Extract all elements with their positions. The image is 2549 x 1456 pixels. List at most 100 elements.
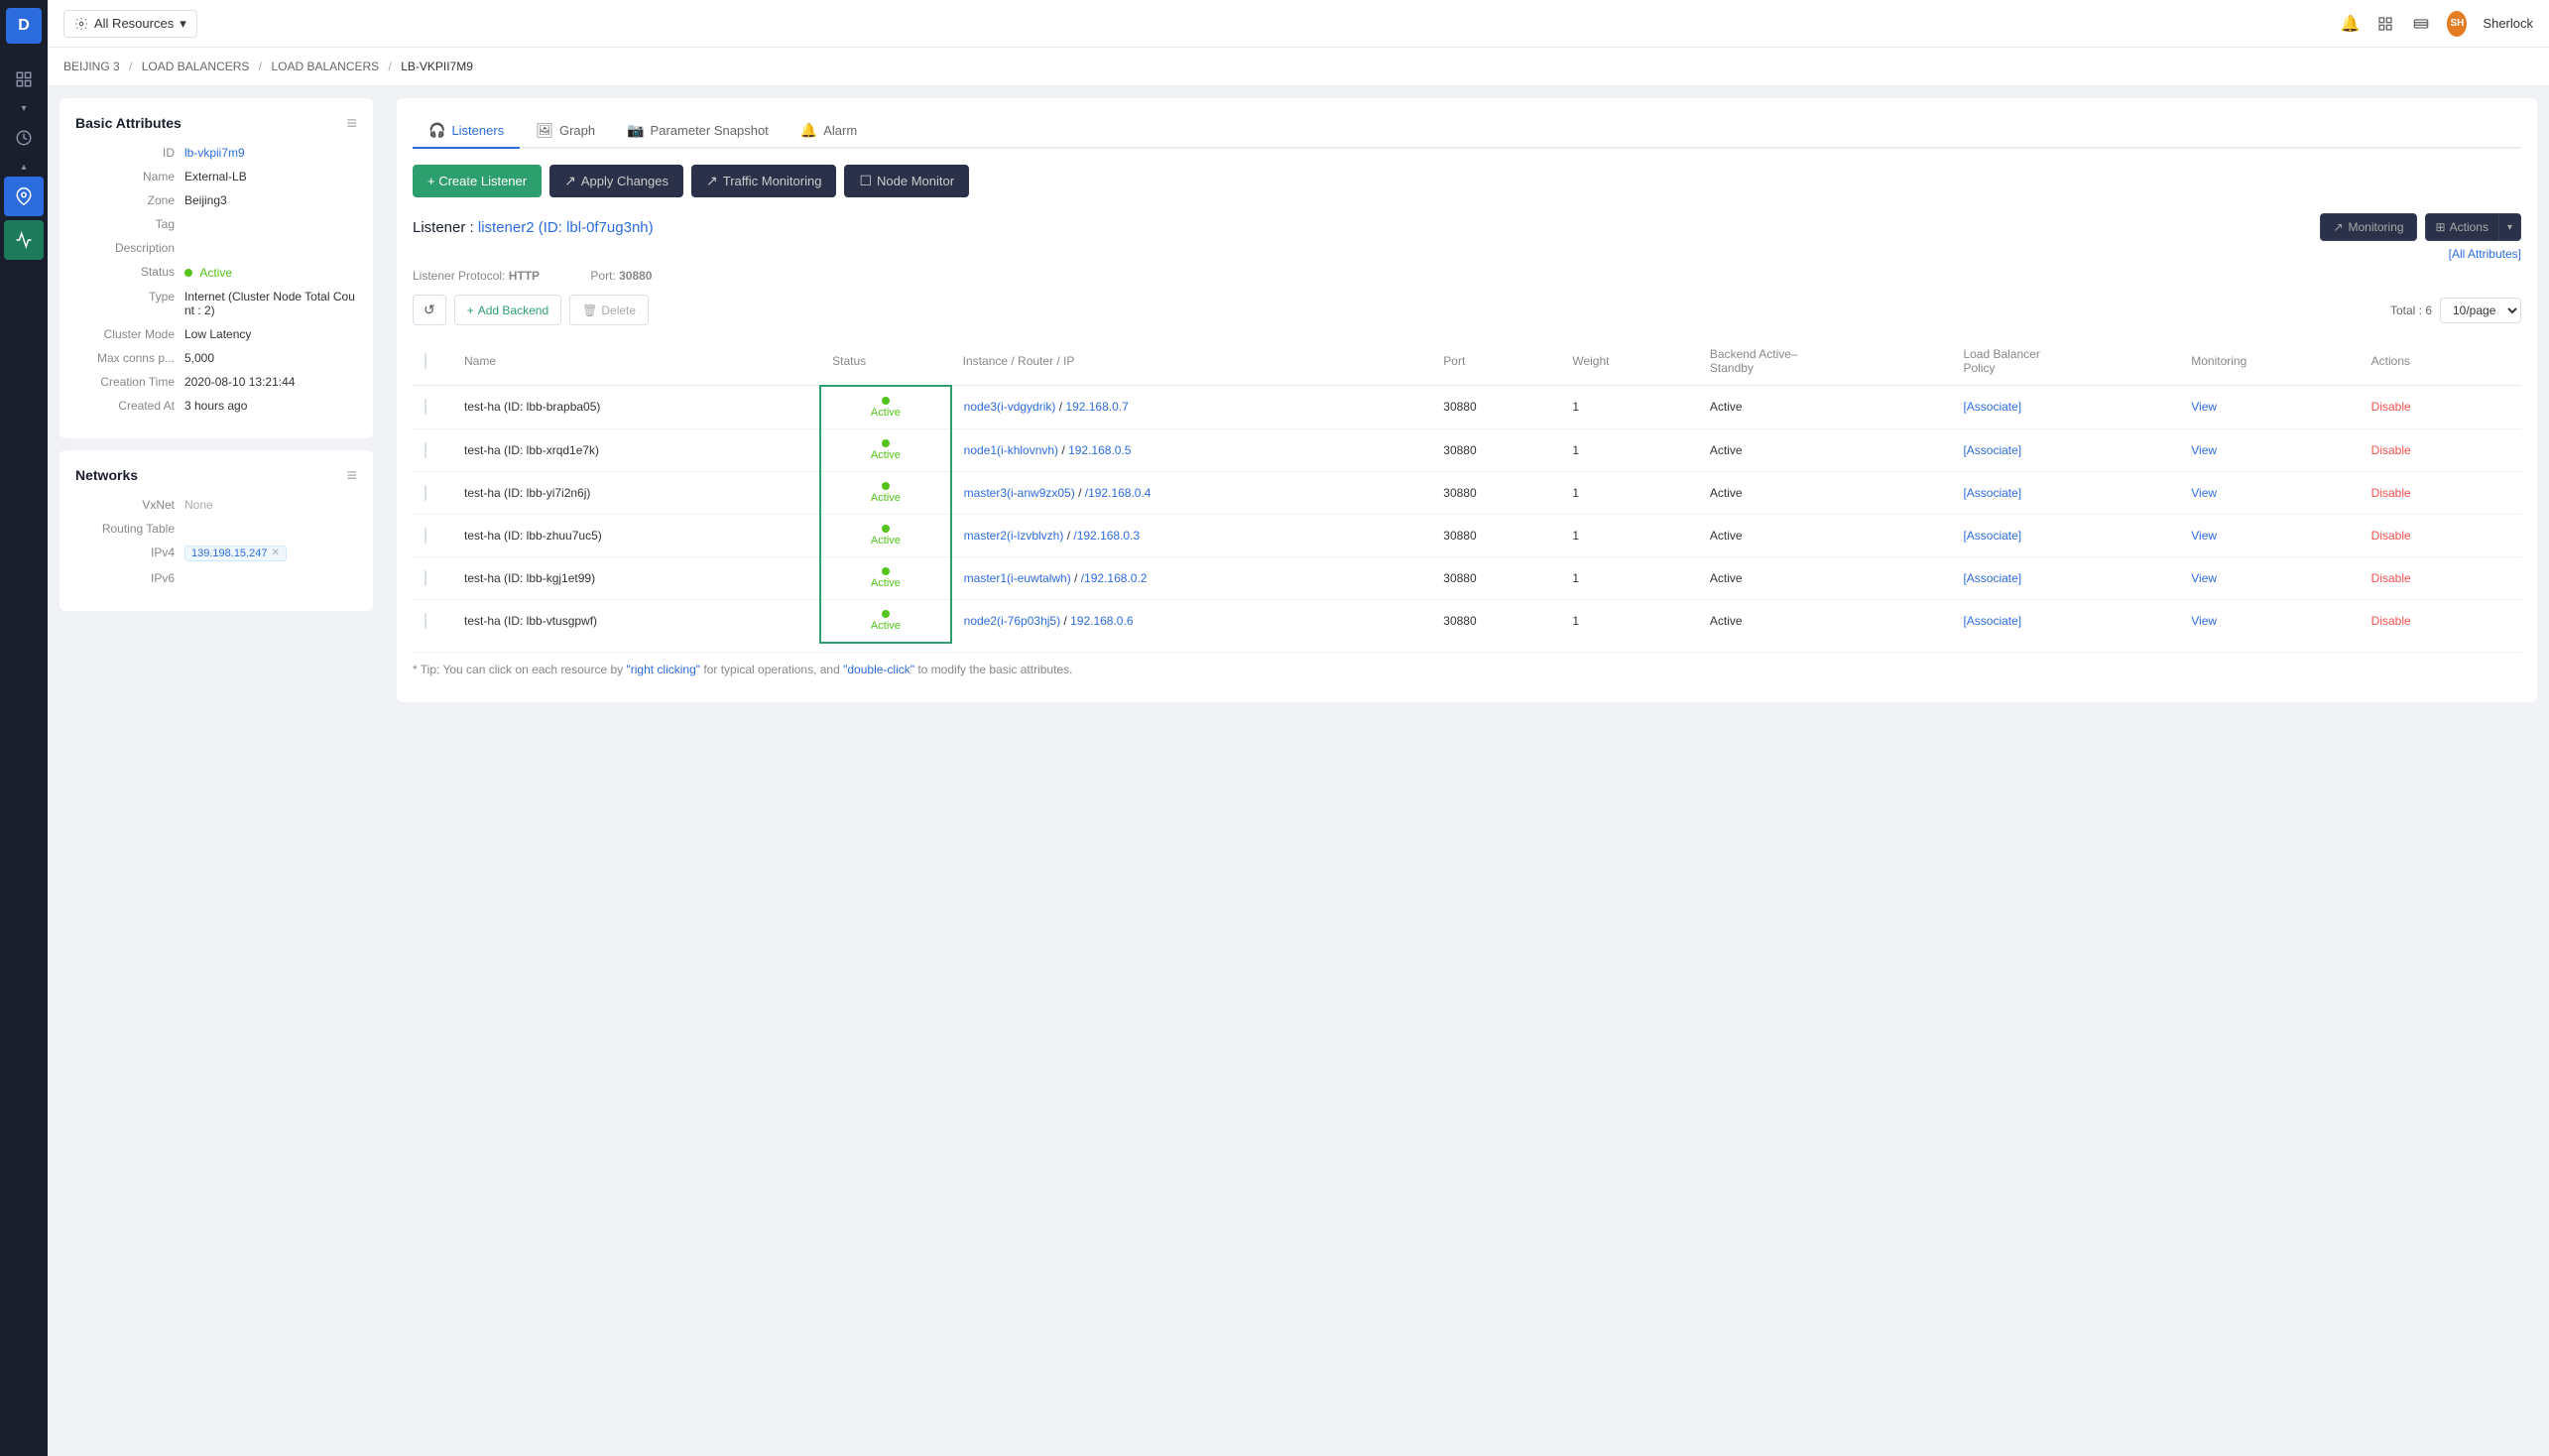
add-backend-button[interactable]: + Add Backend xyxy=(454,295,561,325)
per-page-select[interactable]: 10/page 20/page 50/page xyxy=(2440,298,2521,323)
associate-link[interactable]: [Associate] xyxy=(1963,614,2021,628)
networks-menu[interactable]: ≡ xyxy=(346,466,357,484)
user-name: Sherlock xyxy=(2483,16,2533,31)
row-checkbox[interactable] xyxy=(425,399,426,415)
bell-icon[interactable]: 🔔 xyxy=(2340,14,2360,34)
view-link[interactable]: View xyxy=(2191,443,2217,457)
disable-link[interactable]: Disable xyxy=(2371,614,2411,628)
basic-attributes-menu[interactable]: ≡ xyxy=(346,114,357,132)
apply-changes-button[interactable]: ↗ Apply Changes xyxy=(549,165,683,197)
attr-tag-label: Tag xyxy=(75,217,184,231)
delete-button[interactable]: 🗑 Delete xyxy=(569,295,649,325)
ip-link[interactable]: /192.168.0.4 xyxy=(1085,486,1152,500)
tip-mid-text: for typical operations, and xyxy=(703,663,843,676)
associate-link[interactable]: [Associate] xyxy=(1963,400,2021,414)
row-checkbox[interactable] xyxy=(425,442,426,458)
view-link[interactable]: View xyxy=(2191,400,2217,414)
traffic-monitoring-button[interactable]: ↗ Traffic Monitoring xyxy=(691,165,836,197)
instance-sep: / xyxy=(1074,571,1081,585)
associate-link[interactable]: [Associate] xyxy=(1963,571,2021,585)
monitoring-button[interactable]: ↗ Monitoring xyxy=(2320,213,2416,241)
attr-tag-value xyxy=(184,217,357,231)
sidebar-item-3[interactable] xyxy=(4,220,44,260)
tab-alarm[interactable]: 🔔 Alarm xyxy=(785,114,873,149)
sidebar-item-active[interactable] xyxy=(4,177,44,216)
grid-icon[interactable] xyxy=(2375,14,2395,34)
sidebar-collapse-1[interactable]: ▾ xyxy=(21,103,26,114)
ip-link[interactable]: /192.168.0.3 xyxy=(1073,529,1140,543)
associate-link[interactable]: [Associate] xyxy=(1963,443,2021,457)
attr-description-value xyxy=(184,241,357,255)
breadcrumb-item-2[interactable]: LOAD BALANCERS xyxy=(271,60,379,73)
actions-button[interactable]: ⊞ Actions xyxy=(2425,213,2499,241)
sidebar-collapse-2[interactable]: ▴ xyxy=(21,162,26,173)
ipv4-remove[interactable]: ✕ xyxy=(271,547,279,558)
node-monitor-button[interactable]: ☐ Node Monitor xyxy=(844,165,969,197)
view-link[interactable]: View xyxy=(2191,486,2217,500)
listener-actions: ↗ Monitoring ⊞ Actions ▾ xyxy=(2320,213,2521,241)
user-icon[interactable]: SH xyxy=(2447,14,2467,34)
associate-link[interactable]: [Associate] xyxy=(1963,529,2021,543)
associate-link[interactable]: [Associate] xyxy=(1963,486,2021,500)
view-link[interactable]: View xyxy=(2191,571,2217,585)
instance-link[interactable]: master3(i-anw9zx05) xyxy=(964,486,1075,500)
tab-parameter-snapshot[interactable]: 📷 Parameter Snapshot xyxy=(611,114,785,149)
row-weight: 1 xyxy=(1560,428,1698,471)
tab-graph[interactable]: 🖼 Graph xyxy=(520,114,611,149)
ip-link[interactable]: 192.168.0.5 xyxy=(1068,443,1131,457)
disable-link[interactable]: Disable xyxy=(2371,400,2411,414)
instance-link[interactable]: node3(i-vdgydrik) xyxy=(964,400,1056,414)
th-monitoring: Monitoring xyxy=(2179,337,2359,386)
all-attributes-link[interactable]: [All Attributes] xyxy=(2449,247,2521,261)
sidebar-item-1[interactable] xyxy=(4,60,44,99)
row-checkbox-cell xyxy=(413,556,452,599)
ip-link[interactable]: 192.168.0.7 xyxy=(1065,400,1128,414)
select-all-checkbox[interactable] xyxy=(425,353,426,369)
attr-routing-table-label: Routing Table xyxy=(75,522,184,536)
disable-link[interactable]: Disable xyxy=(2371,571,2411,585)
resource-selector-label: All Resources xyxy=(94,16,174,31)
topbar-right: 🔔 SH Sherlock xyxy=(2340,14,2533,34)
tab-listeners[interactable]: 🎧 Listeners xyxy=(413,114,520,149)
create-listener-label: + Create Listener xyxy=(427,174,527,188)
view-link[interactable]: View xyxy=(2191,529,2217,543)
row-checkbox[interactable] xyxy=(425,613,426,629)
ticket-icon[interactable] xyxy=(2411,14,2431,34)
disable-link[interactable]: Disable xyxy=(2371,529,2411,543)
disable-link[interactable]: Disable xyxy=(2371,486,2411,500)
row-checkbox[interactable] xyxy=(425,570,426,586)
ipv4-address[interactable]: 139.198.15.247 xyxy=(191,547,267,559)
refresh-button[interactable]: ↺ xyxy=(413,295,446,325)
ip-link[interactable]: 192.168.0.6 xyxy=(1070,614,1133,628)
create-listener-button[interactable]: + Create Listener xyxy=(413,165,542,197)
row-checkbox[interactable] xyxy=(425,485,426,501)
attr-ipv4-value: 139.198.15.247 ✕ xyxy=(184,546,357,561)
actions-dropdown-arrow[interactable]: ▾ xyxy=(2499,213,2521,241)
attr-id-value[interactable]: lb-vkpii7m9 xyxy=(184,146,357,160)
disable-link[interactable]: Disable xyxy=(2371,443,2411,457)
th-instance: Instance / Router / IP xyxy=(951,337,1432,386)
resource-selector[interactable]: All Resources ▾ xyxy=(63,10,197,38)
status-label: Active xyxy=(871,492,901,504)
breadcrumb-item-0[interactable]: BEIJING 3 xyxy=(63,60,120,73)
backends-table: Name Status Instance / Router / IP Port … xyxy=(413,337,2521,644)
topbar: All Resources ▾ 🔔 SH Sherlock xyxy=(48,0,2549,48)
row-checkbox[interactable] xyxy=(425,528,426,544)
attr-ipv6-label: IPv6 xyxy=(75,571,184,585)
ip-link[interactable]: /192.168.0.2 xyxy=(1081,571,1148,585)
table-row: test-ha (ID: lbb-vtusgpwf) Active node2(… xyxy=(413,599,2521,643)
instance-link[interactable]: node2(i-76p03hj5) xyxy=(964,614,1060,628)
view-link[interactable]: View xyxy=(2191,614,2217,628)
sidebar-item-2[interactable] xyxy=(4,118,44,158)
status-cell: Active xyxy=(833,397,938,419)
instance-link[interactable]: master2(i-lzvblvzh) xyxy=(964,529,1064,543)
row-actions: Disable xyxy=(2360,599,2521,643)
attr-creation-time-label: Creation Time xyxy=(75,375,184,389)
breadcrumb-item-1[interactable]: LOAD BALANCERS xyxy=(142,60,250,73)
instance-link[interactable]: master1(i-euwtalwh) xyxy=(964,571,1071,585)
user-area[interactable]: Sherlock xyxy=(2483,16,2533,31)
action-bar: + Create Listener ↗ Apply Changes ↗ Traf… xyxy=(413,165,2521,197)
listener-id: listener2 (ID: lbl-0f7ug3nh) xyxy=(478,219,654,236)
th-lb-policy: Load Balancer Policy xyxy=(1951,337,2179,386)
instance-link[interactable]: node1(i-khlovnvh) xyxy=(964,443,1058,457)
